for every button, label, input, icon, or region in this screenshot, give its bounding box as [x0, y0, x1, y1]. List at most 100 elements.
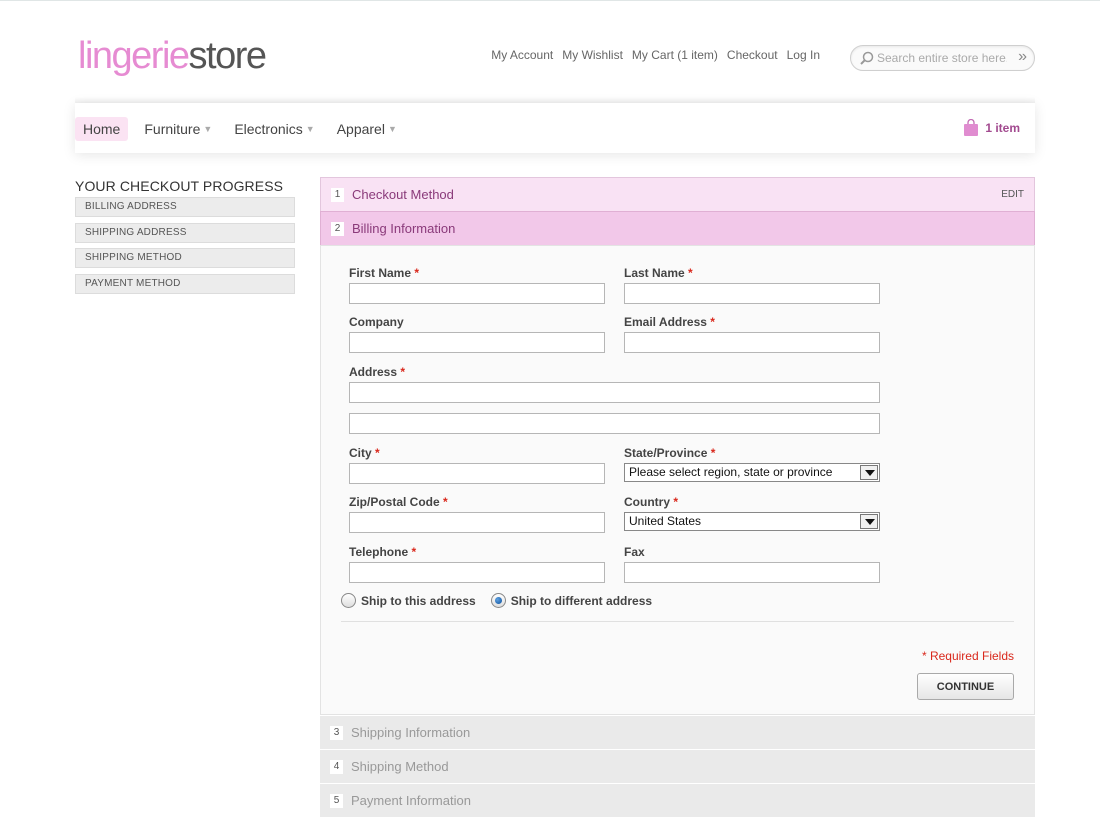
required-fields-note: * Required Fields: [921, 649, 1014, 663]
progress-item-shipping-address: SHIPPING ADDRESS: [75, 222, 295, 243]
checkout-link[interactable]: Checkout: [727, 48, 778, 62]
zip-label: Zip/Postal Code *: [349, 495, 448, 509]
checkout-progress-sidebar: YOUR CHECKOUT PROGRESS BILLING ADDRESS S…: [75, 178, 295, 299]
nav-item-electronics[interactable]: Electronics ▼: [234, 121, 314, 137]
nav-item-label: Electronics: [234, 121, 303, 137]
country-select-value: United States: [629, 514, 702, 528]
ship-to-different-address-radio[interactable]: [490, 593, 506, 608]
ship-to-this-address-radio[interactable]: [341, 593, 356, 608]
country-field: Country * United States: [624, 495, 880, 531]
email-label: Email Address *: [624, 315, 715, 329]
form-divider: [341, 621, 1014, 622]
store-logo[interactable]: lingeriestore: [78, 34, 267, 78]
first-name-label: First Name *: [349, 266, 420, 280]
email-input[interactable]: [624, 332, 880, 353]
step-number: 2: [331, 221, 344, 236]
nav-item-apparel[interactable]: Apparel ▼: [337, 121, 397, 137]
first-name-field: First Name *: [349, 266, 605, 304]
city-label: City *: [349, 446, 380, 460]
state-label: State/Province *: [624, 446, 716, 460]
step-title: Shipping Method: [351, 759, 449, 774]
company-input[interactable]: [349, 332, 605, 353]
nav-item-label: Apparel: [336, 121, 385, 137]
step-title: Checkout Method: [352, 187, 454, 202]
dropdown-arrow-icon: [860, 465, 878, 480]
city-field: City *: [349, 446, 605, 484]
step-number: 5: [330, 793, 343, 808]
caret-down-icon: ▼: [305, 124, 315, 134]
dropdown-arrow-icon: [860, 514, 878, 529]
nav-item-home[interactable]: Home: [75, 117, 129, 141]
fax-field: Fax: [624, 545, 880, 583]
cart-count: 1 item: [985, 121, 1020, 135]
search-input[interactable]: [877, 51, 1007, 65]
last-name-label: Last Name *: [624, 266, 693, 280]
my-wishlist-link[interactable]: My Wishlist: [562, 48, 623, 62]
country-select[interactable]: United States: [624, 512, 880, 531]
logo-text-store: store: [188, 35, 267, 77]
fax-input[interactable]: [624, 562, 880, 583]
step-payment-information: 5 Payment Information: [320, 783, 1035, 817]
edit-link[interactable]: EDIT: [1001, 189, 1024, 200]
ship-to-this-address-option[interactable]: Ship to this address: [341, 593, 476, 608]
nav-item-label: Furniture: [144, 121, 201, 137]
top-border: [0, 0, 1100, 1]
logo-text-lingerie: lingerie: [78, 35, 190, 77]
double-chevron-right-icon[interactable]: »: [1018, 48, 1027, 66]
step-title: Billing Information: [352, 221, 456, 236]
header-links: My Account My Wishlist My Cart (1 item) …: [491, 48, 820, 62]
ship-to-different-address-label: Ship to different address: [510, 593, 653, 608]
first-name-input[interactable]: [349, 283, 605, 304]
main-nav: Home Furniture ▼ Electronics ▼ Apparel ▼ 1 …: [75, 97, 1035, 153]
address-line2-input[interactable]: [349, 413, 880, 434]
search-icon: [860, 51, 874, 65]
progress-item-billing-address: BILLING ADDRESS: [75, 197, 295, 217]
telephone-label: Telephone *: [349, 545, 417, 559]
step-billing-information: 2 Billing Information: [320, 211, 1035, 245]
zip-field: Zip/Postal Code *: [349, 495, 605, 533]
zip-input[interactable]: [349, 512, 605, 533]
step-title: Shipping Information: [351, 725, 471, 740]
city-input[interactable]: [349, 463, 605, 484]
fax-label: Fax: [624, 545, 645, 559]
company-label: Company: [349, 315, 404, 329]
last-name-field: Last Name *: [624, 266, 880, 304]
my-account-link[interactable]: My Account: [491, 48, 553, 62]
nav-item-label: Home: [83, 121, 121, 137]
telephone-input[interactable]: [349, 562, 605, 583]
address-field: Address *: [349, 365, 1034, 434]
search-box: »: [850, 45, 1035, 71]
mini-cart[interactable]: 1 item: [963, 119, 1020, 137]
progress-item-shipping-method: SHIPPING METHOD: [75, 248, 295, 268]
step-number: 4: [330, 759, 343, 774]
state-field: State/Province * Please select region, s…: [624, 446, 880, 482]
continue-button[interactable]: CONTINUE: [917, 673, 1014, 700]
caret-down-icon: ▼: [387, 124, 397, 134]
my-cart-link[interactable]: My Cart (1 item): [632, 48, 718, 62]
shopping-bag-icon: [964, 119, 979, 136]
nav-item-furniture[interactable]: Furniture ▼: [144, 121, 212, 137]
last-name-input[interactable]: [624, 283, 880, 304]
telephone-field: Telephone *: [349, 545, 605, 583]
ship-to-different-address-option[interactable]: Ship to different address: [490, 593, 653, 608]
checkout-steps: 1 Checkout Method EDIT 2 Billing Informa…: [320, 177, 1035, 817]
state-select[interactable]: Please select region, state or province: [624, 463, 880, 482]
ship-to-this-address-label: Ship to this address: [361, 593, 476, 608]
progress-item-payment-method: PAYMENT METHOD: [75, 273, 295, 294]
shipping-choice: Ship to this address Ship to different a…: [341, 593, 667, 608]
sidebar-title: YOUR CHECKOUT PROGRESS: [75, 178, 284, 194]
email-field: Email Address *: [624, 315, 880, 353]
step-title: Payment Information: [351, 793, 471, 808]
address-line1-input[interactable]: [349, 382, 880, 403]
step-number: 1: [331, 187, 344, 202]
company-field: Company: [349, 315, 605, 353]
step-shipping-information: 3 Shipping Information: [320, 715, 1035, 749]
login-link[interactable]: Log In: [787, 48, 820, 62]
address-label: Address *: [349, 365, 406, 379]
step-shipping-method: 4 Shipping Method: [320, 749, 1035, 783]
caret-down-icon: ▼: [203, 124, 213, 134]
step-number: 3: [330, 725, 343, 740]
country-label: Country *: [624, 495, 679, 509]
state-select-value: Please select region, state or province: [629, 465, 833, 479]
step-checkout-method[interactable]: 1 Checkout Method EDIT: [320, 177, 1035, 211]
